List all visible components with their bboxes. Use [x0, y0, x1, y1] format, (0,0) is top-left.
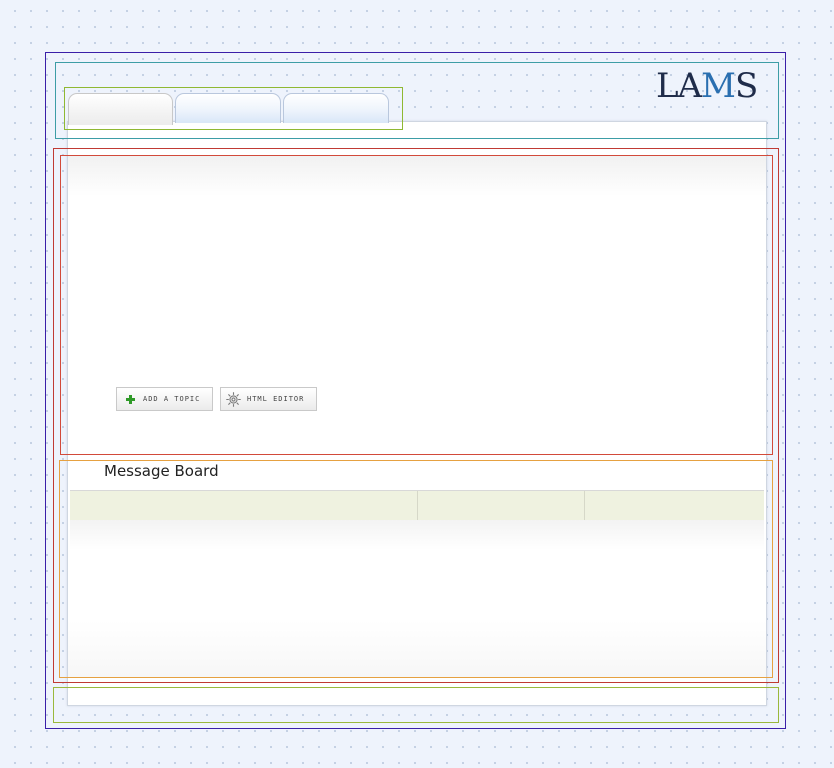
message-board-frame-outline: [59, 460, 773, 678]
tabs-frame-outline: [64, 87, 403, 130]
topic-frame-outline: [60, 155, 773, 455]
footer-frame-outline: [53, 687, 779, 723]
